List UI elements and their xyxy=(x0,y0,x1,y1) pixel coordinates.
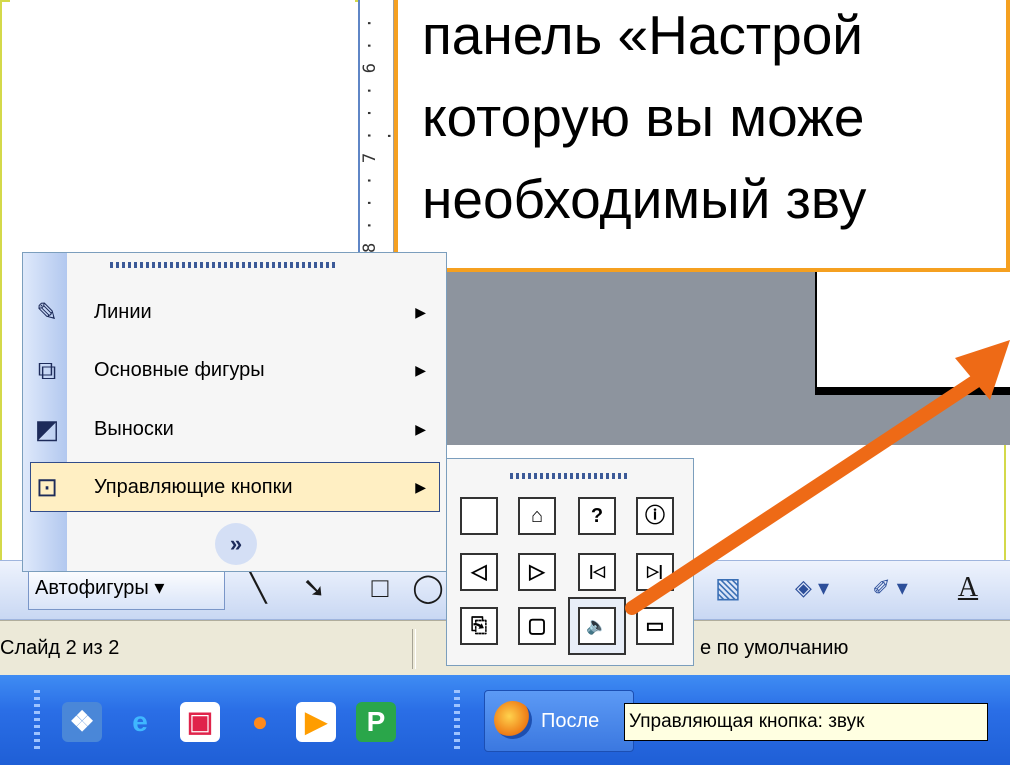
autoshapes-button[interactable]: Автофигуры ▾ xyxy=(28,566,225,610)
media-player-icon[interactable]: ▶ xyxy=(296,702,336,742)
design-template-label: е по умолчанию xyxy=(700,637,849,659)
action-button-return[interactable]: ⎘ xyxy=(460,607,498,645)
project-icon[interactable]: P xyxy=(356,702,396,742)
action-button-movie[interactable]: ▭ xyxy=(636,607,674,645)
taskbar-grip xyxy=(454,690,460,750)
oval-tool-icon[interactable]: ◯ xyxy=(408,570,448,606)
action-button-help[interactable]: ? xyxy=(578,497,616,535)
line-color-icon[interactable]: ✐ ▾ xyxy=(860,570,920,606)
callout-line-3: необходимый зву xyxy=(422,168,867,230)
callouts-icon: ◩ xyxy=(34,414,60,444)
tooltip-action-button-sound: Управляющая кнопка: звук xyxy=(624,703,988,741)
menu-item-callouts[interactable]: ◩ Выноски ▶ xyxy=(24,404,444,454)
submenu-arrow-icon: ▶ xyxy=(415,479,426,495)
quicklaunch-grip xyxy=(34,690,40,750)
action-button-home[interactable]: ⌂ xyxy=(518,497,556,535)
action-button-beginning[interactable]: |◁ xyxy=(578,553,616,591)
slide-counter: Слайд 2 из 2 xyxy=(0,637,120,659)
firefox-task-icon xyxy=(494,701,532,739)
action-button-end[interactable]: ▷| xyxy=(636,553,674,591)
menu-item-label: Выноски xyxy=(94,418,174,440)
menu-item-label: Линии xyxy=(94,301,152,323)
callout-line-2: которую вы може xyxy=(422,86,865,148)
expand-menu-chevron-icon[interactable]: » xyxy=(215,523,257,565)
status-divider xyxy=(412,629,416,669)
line-tool-icon[interactable]: ╲ xyxy=(238,570,278,606)
save-icon[interactable]: ▣ xyxy=(180,702,220,742)
picture-icon[interactable]: ▧ xyxy=(706,570,750,606)
internet-explorer-icon[interactable]: e xyxy=(120,702,160,742)
desktop-icon[interactable]: ❖ xyxy=(62,702,102,742)
firefox-icon[interactable]: ● xyxy=(240,702,280,742)
action-button-information[interactable]: ⓘ xyxy=(636,497,674,535)
submenu-arrow-icon: ▶ xyxy=(415,421,426,437)
fill-color-icon[interactable]: ◈ ▾ xyxy=(782,570,842,606)
submenu-drag-handle[interactable] xyxy=(510,473,630,479)
ruler-ticks: 8 · · · 7 · · · 6 · · · xyxy=(360,17,400,253)
menu-item-lines[interactable]: ✎ Линии ▶ xyxy=(24,287,444,337)
menu-item-label: Управляющие кнопки xyxy=(94,476,293,498)
submenu-arrow-icon: ▶ xyxy=(415,304,426,320)
lines-icon: ✎ xyxy=(36,297,58,327)
action-button-document[interactable]: ▢ xyxy=(518,607,556,645)
callout-line-1: панель «Настрой xyxy=(422,4,864,66)
action-button-sound[interactable]: 🔈 xyxy=(578,607,616,645)
action-button-back[interactable]: ◁ xyxy=(460,553,498,591)
menu-item-action-buttons[interactable]: ⊡ Управляющие кнопки ▶ xyxy=(24,462,444,512)
menu-item-basic-shapes[interactable]: ⧉ Основные фигуры ▶ xyxy=(24,345,444,395)
vertical-ruler: 8 · · · 7 · · · 6 · · · xyxy=(358,0,400,270)
basic-shapes-icon: ⧉ xyxy=(37,355,57,385)
action-buttons-icon: ⊡ xyxy=(36,472,58,502)
menu-item-label: Основные фигуры xyxy=(94,359,265,381)
rectangle-tool-icon[interactable]: □ xyxy=(360,570,400,606)
arrow-tool-icon[interactable]: ➘ xyxy=(294,570,334,606)
action-button-custom[interactable] xyxy=(460,497,498,535)
menu-drag-handle[interactable] xyxy=(110,262,335,268)
instruction-callout: панель «Настрой которую вы може необходи… xyxy=(394,0,1010,272)
action-button-forward[interactable]: ▷ xyxy=(518,553,556,591)
font-color-icon[interactable]: A xyxy=(950,570,986,606)
submenu-arrow-icon: ▶ xyxy=(415,362,426,378)
